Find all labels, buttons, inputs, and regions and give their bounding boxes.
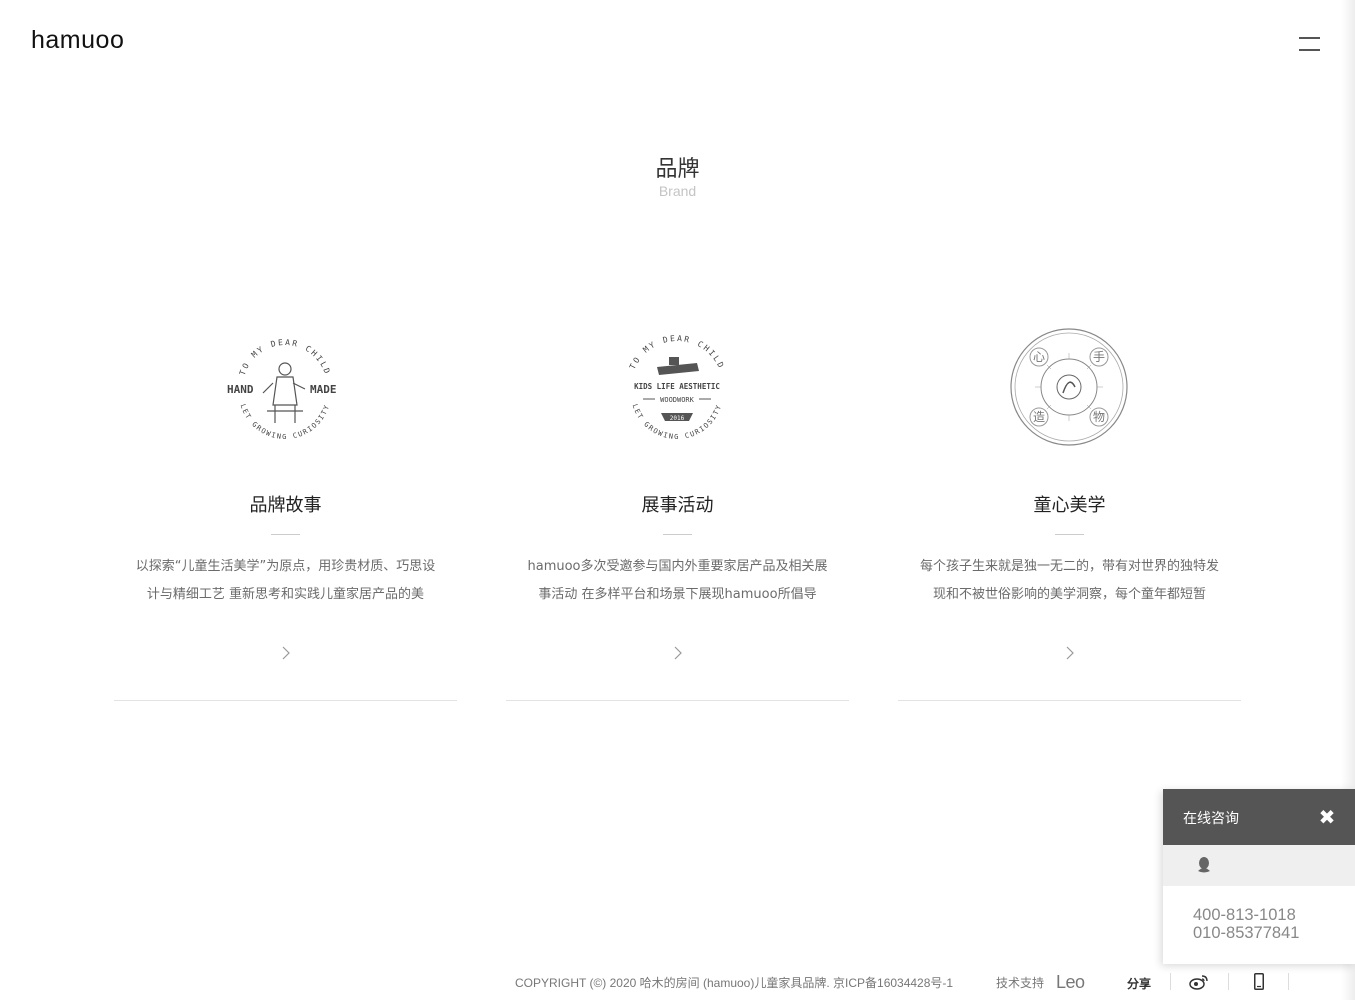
phone-numbers: 400-813-1018 010-85377841	[1163, 886, 1355, 942]
brand-card-events[interactable]: TO MY DEAR CHILD LET GROWING CURIOSITY K…	[506, 300, 849, 701]
svg-text:KIDS LIFE AESTHETIC: KIDS LIFE AESTHETIC	[634, 382, 720, 391]
section-title: 品牌	[655, 157, 700, 182]
divider	[1228, 973, 1229, 990]
chat-title: 在线咨询	[1183, 811, 1239, 827]
svg-text:TO MY DEAR CHILD: TO MY DEAR CHILD	[238, 338, 332, 377]
phone-number: 400-813-1018	[1193, 906, 1296, 924]
svg-text:WOODWORK: WOODWORK	[660, 396, 695, 404]
card-title: 展事活动	[641, 495, 714, 516]
card-description: hamuoo多次受邀参与国内外重要家居产品及相关展事活动 在多样平台和场景下展现…	[527, 559, 828, 602]
mobile-icon[interactable]	[1254, 973, 1264, 990]
footer: COPYRIGHT (©) 2020 哈木的房间 (hamuoo)儿童家具品牌.…	[0, 972, 1355, 992]
card-description: 以探索“儿童生活美学”为原点，用珍贵材质、巧思设计与精细工艺 重新思考和实践儿童…	[135, 559, 436, 602]
svg-text:心: 心	[1033, 350, 1045, 364]
svg-text:LET GROWING CURIOSITY: LET GROWING CURIOSITY	[631, 403, 724, 441]
handmade-seal-icon: 心 手 造 物	[1010, 328, 1128, 446]
section-subtitle: Brand	[658, 183, 697, 199]
tech-support-label: 技术支持	[996, 976, 1045, 990]
divider	[1170, 973, 1171, 990]
phone-number: 010-85377841	[1193, 924, 1300, 942]
qq-contact-button[interactable]	[1163, 845, 1355, 886]
share-label: 分享	[1127, 977, 1152, 991]
divider	[271, 534, 300, 535]
site-logo[interactable]: hamuoo	[31, 26, 124, 55]
weibo-icon[interactable]	[1189, 974, 1209, 990]
brand-card-story[interactable]: TO MY DEAR CHILD LET GROWING CURIOSITY H…	[114, 300, 457, 701]
card-description: 每个孩子生来就是独一无二的，带有对世界的独特发现和不被世俗影响的美学洞察，每个童…	[919, 559, 1219, 602]
divider	[1055, 534, 1084, 535]
menu-icon-line	[1299, 49, 1320, 51]
divider	[1288, 973, 1289, 990]
chat-header: 在线咨询 ✖	[1163, 789, 1355, 845]
svg-text:2016: 2016	[670, 415, 685, 422]
qq-icon	[1198, 857, 1210, 873]
menu-icon-line	[1299, 37, 1320, 39]
menu-button[interactable]	[1299, 36, 1321, 52]
card-title: 品牌故事	[249, 495, 322, 516]
chevron-right-icon[interactable]	[670, 641, 686, 665]
svg-text:物: 物	[1093, 410, 1105, 424]
hand-made-stamp-icon: TO MY DEAR CHILD LET GROWING CURIOSITY H…	[227, 338, 337, 441]
svg-text:造: 造	[1033, 410, 1045, 424]
woodwork-stamp-icon: TO MY DEAR CHILD LET GROWING CURIOSITY K…	[628, 334, 724, 441]
svg-text:手: 手	[1093, 350, 1105, 364]
chevron-right-icon[interactable]	[1062, 641, 1078, 665]
card-title: 童心美学	[1033, 495, 1106, 516]
online-consult-widget: 在线咨询 ✖ 400-813-1018 010-85377841	[1163, 789, 1355, 964]
copyright-text: COPYRIGHT (©) 2020 哈木的房间 (hamuoo)儿童家具品牌.…	[515, 976, 954, 990]
svg-text:HAND: HAND	[227, 383, 254, 396]
svg-text:LET GROWING CURIOSITY: LET GROWING CURIOSITY	[239, 403, 332, 441]
divider	[663, 534, 692, 535]
chevron-right-icon[interactable]	[278, 641, 294, 665]
support-logo[interactable]: Leo	[1056, 972, 1085, 993]
svg-text:MADE: MADE	[310, 383, 337, 396]
close-icon[interactable]: ✖	[1318, 807, 1336, 827]
brand-card-aesthetics[interactable]: 心 手 造 物 童心美学 每个孩子生来就是独一无二的，带有对世界的独特发现和不被…	[898, 300, 1241, 701]
